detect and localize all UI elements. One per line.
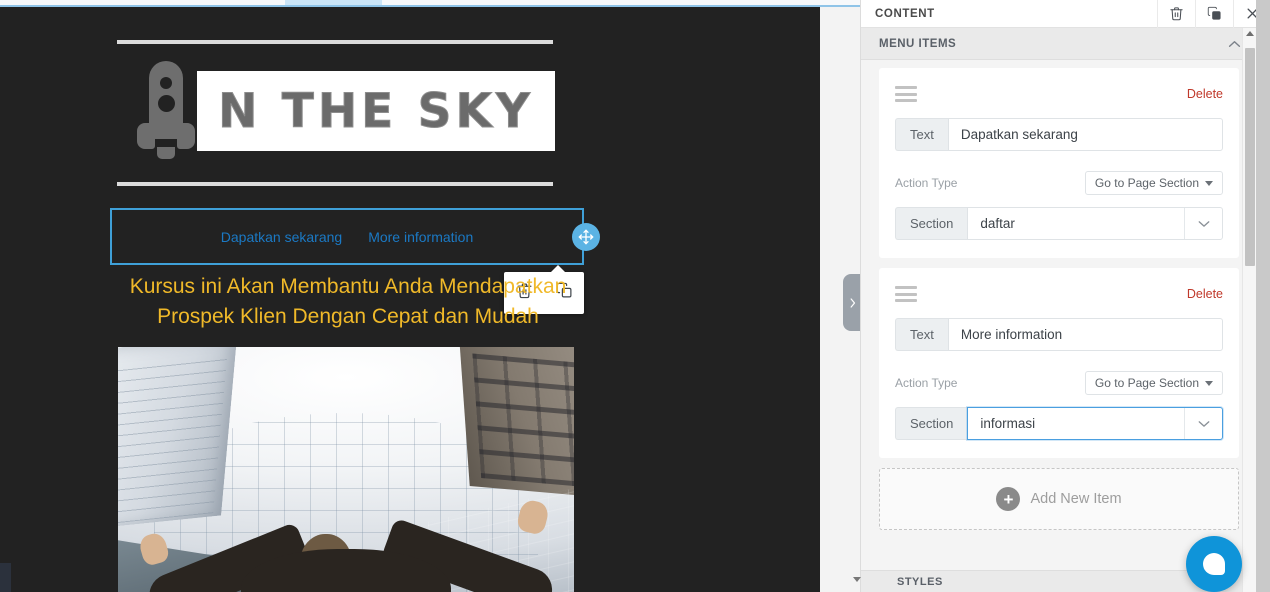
text-input[interactable]: Dapatkan sekarang	[947, 118, 1223, 151]
chevron-down-icon[interactable]	[1184, 208, 1222, 239]
hero-image[interactable]	[118, 347, 574, 592]
caret-down-icon	[1205, 180, 1213, 186]
logo-rule-top	[117, 40, 553, 44]
move-handle-icon[interactable]	[572, 223, 600, 251]
menu-item-delete-link[interactable]: Delete	[1187, 87, 1223, 101]
section-select-input[interactable]: daftar	[967, 207, 1223, 240]
panel-title: CONTENT	[875, 7, 935, 20]
text-field-label: Text	[895, 118, 948, 151]
menu-item-card: Delete Text Dapatkan sekarang Action Typ…	[879, 68, 1239, 258]
logo-wordmark-text: N THE SKY	[218, 83, 534, 139]
action-type-label: Action Type	[895, 176, 958, 190]
scroll-up-arrow-icon[interactable]	[1246, 31, 1254, 36]
caret-down-icon	[853, 576, 861, 582]
page-preview-canvas[interactable]: N THE SKY Dapatkan sekarang More informa…	[0, 7, 820, 592]
logo-rule-bottom	[117, 182, 553, 186]
drag-handle-icon[interactable]	[895, 86, 917, 102]
plus-circle-icon: +	[996, 487, 1021, 511]
logo-wordmark: N THE SKY	[197, 71, 555, 151]
page-headline[interactable]: Kursus ini Akan Membantu Anda Mendapatka…	[104, 272, 592, 332]
action-type-value: Go to Page Section	[1094, 176, 1199, 190]
section-field-label: Section	[895, 207, 968, 240]
menu-items-list: Delete Text Dapatkan sekarang Action Typ…	[861, 60, 1257, 570]
menu-item-delete-link[interactable]: Delete	[1187, 287, 1223, 301]
menu-item-text-field-row: Text More information	[895, 318, 1223, 351]
text-field-label: Text	[895, 318, 948, 351]
content-settings-panel: CONTENT MENU ITEMS Delete Text Dapatkan …	[860, 0, 1270, 592]
menu-item-text-field-row: Text Dapatkan sekarang	[895, 118, 1223, 151]
canvas-corner-tab[interactable]	[0, 563, 11, 592]
action-type-row: Action Type Go to Page Section	[895, 171, 1223, 195]
section-field-row: Section daftar	[895, 207, 1223, 240]
add-new-item-button[interactable]: + Add New Item	[879, 468, 1239, 530]
styles-scroll-down-arrow[interactable]	[850, 572, 864, 586]
panel-duplicate-button[interactable]	[1195, 0, 1233, 28]
panel-scrollbar[interactable]	[1242, 28, 1256, 592]
action-type-value: Go to Page Section	[1094, 376, 1199, 390]
drag-handle-icon[interactable]	[895, 286, 917, 302]
menu-item-card: Delete Text More information Action Type…	[879, 268, 1239, 458]
text-input[interactable]: More information	[947, 318, 1223, 351]
chevron-down-icon[interactable]	[1184, 408, 1222, 439]
menu-items-section-title: MENU ITEMS	[879, 37, 957, 50]
styles-section-title: STYLES	[897, 575, 943, 588]
panel-right-edge	[1256, 0, 1270, 592]
selected-menu-widget[interactable]: Dapatkan sekarang More information	[110, 208, 584, 265]
site-logo[interactable]: N THE SKY	[117, 40, 567, 190]
caret-down-icon	[1205, 380, 1213, 386]
section-select-input[interactable]: informasi	[967, 407, 1223, 440]
add-new-item-label: Add New Item	[1030, 491, 1122, 507]
panel-collapse-handle[interactable]	[843, 274, 861, 331]
section-select-value: informasi	[980, 416, 1036, 431]
menu-items-section-header[interactable]: MENU ITEMS	[861, 28, 1257, 60]
action-type-select[interactable]: Go to Page Section	[1084, 171, 1223, 195]
section-field-label: Section	[895, 407, 968, 440]
rocket-icon	[135, 61, 197, 169]
section-field-row: Section informasi	[895, 407, 1223, 440]
panel-header: CONTENT	[861, 0, 1270, 28]
action-type-row: Action Type Go to Page Section	[895, 371, 1223, 395]
menu-link-more-information[interactable]: More information	[368, 229, 473, 245]
chat-bubble-icon[interactable]	[1186, 536, 1242, 592]
menu-link-dapatkan-sekarang[interactable]: Dapatkan sekarang	[221, 229, 342, 245]
panel-delete-button[interactable]	[1157, 0, 1195, 28]
editor-root: N THE SKY Dapatkan sekarang More informa…	[0, 0, 1270, 592]
action-type-label: Action Type	[895, 376, 958, 390]
panel-scrollbar-thumb[interactable]	[1245, 48, 1255, 266]
action-type-select[interactable]: Go to Page Section	[1084, 371, 1223, 395]
section-select-value: daftar	[980, 216, 1015, 231]
